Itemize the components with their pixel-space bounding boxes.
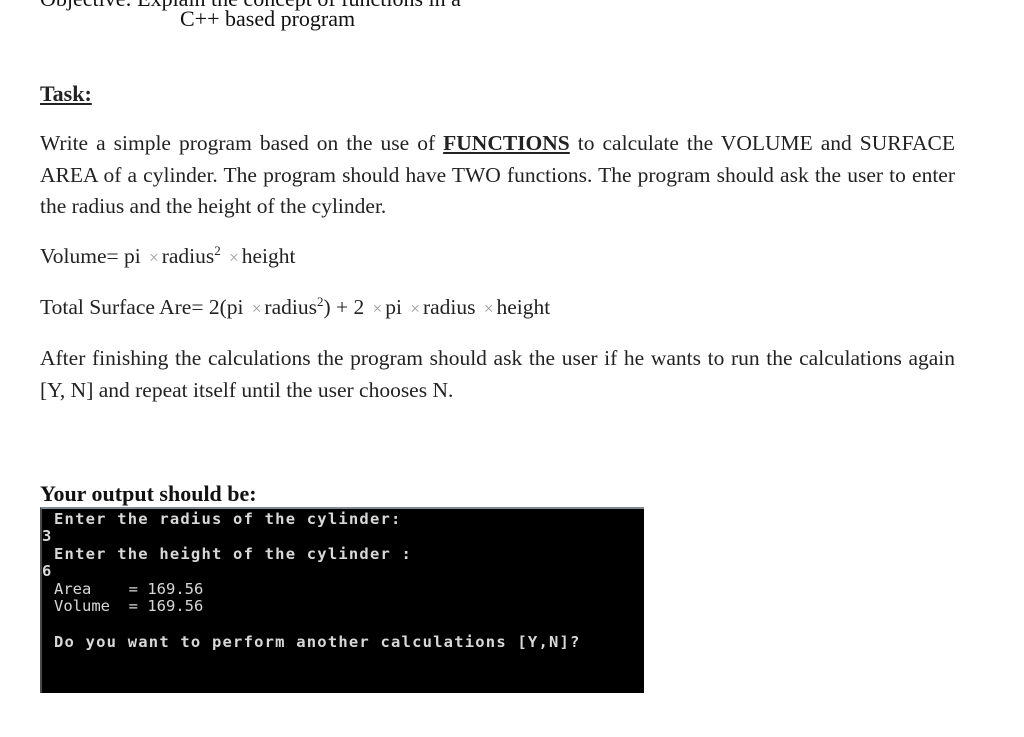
volume-formula: Volume= pi × radius2 × height xyxy=(40,243,295,269)
squared-exponent: 2 xyxy=(214,243,221,258)
console-line-volume-result: Volume = 169.56 xyxy=(54,597,204,615)
surface-radius-term: radius xyxy=(264,295,317,320)
surface-area-formula: Total Surface Are= 2(pi × radius2) + 2 × p… xyxy=(40,294,550,320)
surface-radius-term-2: radius xyxy=(422,295,476,320)
console-line-radius-prompt: Enter the radius of the cylinder: xyxy=(54,510,402,528)
multiply-symbol: × xyxy=(483,299,494,319)
multiply-symbol: × xyxy=(410,299,420,319)
multiply-symbol: × xyxy=(372,299,383,319)
task-heading: Task: xyxy=(40,81,92,106)
console-line-area-result: Area = 169.56 xyxy=(54,580,204,598)
volume-formula-label: Volume= pi xyxy=(40,244,141,269)
surface-height-term: height xyxy=(496,295,551,320)
task-description: Write a simple program based on the use … xyxy=(40,128,955,223)
surface-plus-term: ) + 2 xyxy=(323,295,365,320)
volume-height-term: height xyxy=(241,244,296,269)
console-output-window: Enter the radius of the cylinder: 3 Ente… xyxy=(40,507,644,693)
functions-keyword: FUNCTIONS xyxy=(443,131,570,155)
multiply-symbol: × xyxy=(229,248,239,268)
repeat-instructions: After finishing the calculations the pro… xyxy=(40,346,955,402)
multiply-symbol: × xyxy=(149,248,159,268)
console-line-height-input: 6 xyxy=(42,562,52,580)
task-text-start: Write a simple program based on the use … xyxy=(40,131,444,155)
surface-formula-label: Total Surface Are= 2(pi xyxy=(40,295,244,320)
multiply-symbol: × xyxy=(251,299,262,319)
console-line-radius-input: 3 xyxy=(42,527,52,545)
console-line-height-prompt: Enter the height of the cylinder : xyxy=(54,545,413,563)
surface-pi-term: pi xyxy=(385,295,402,320)
document-subtitle: C++ based program xyxy=(180,6,356,31)
output-heading: Your output should be: xyxy=(40,481,257,506)
volume-radius-term: radius xyxy=(161,244,215,269)
console-line-repeat-prompt: Do you want to perform another calculati… xyxy=(54,633,581,651)
